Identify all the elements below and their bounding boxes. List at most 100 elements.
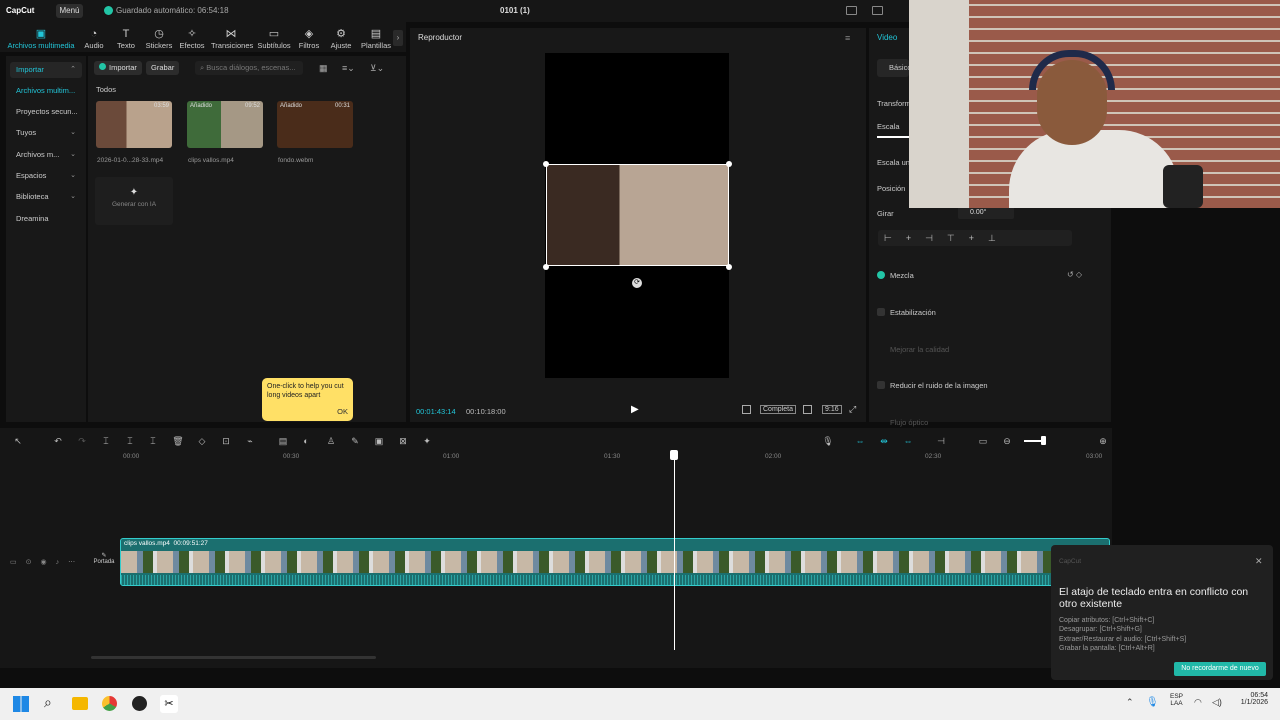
clip-waveform [121, 575, 1109, 585]
chrome-icon[interactable] [102, 696, 117, 711]
magnet-icon[interactable]: ⇔ [902, 436, 914, 446]
tool-media[interactable]: ▣ Archivos multimedia [6, 28, 76, 50]
mic-icon[interactable]: 🎙 [822, 436, 834, 446]
playhead[interactable] [674, 452, 675, 650]
undo-icon[interactable]: ↶ [52, 436, 64, 446]
clock[interactable]: 06:54 1/1/2026 [1236, 692, 1268, 706]
media-thumbnail[interactable]: 03:59 [96, 101, 172, 148]
tab-basic[interactable]: Básico [877, 59, 912, 77]
mic-icon[interactable]: 🎙 [1146, 697, 1159, 708]
scale-slider[interactable] [877, 136, 909, 138]
volume-icon[interactable]: ◁) [1212, 697, 1222, 708]
chevron-up-icon[interactable]: ⌃ [1126, 697, 1134, 708]
close-icon[interactable]: ✕ [1255, 556, 1263, 567]
fit-icon[interactable] [803, 405, 812, 414]
frame-icon[interactable]: ▣ [373, 436, 385, 446]
transform-heading: Transform [877, 99, 911, 108]
resize-handle[interactable] [726, 161, 732, 167]
player-menu-icon[interactable]: ≡ [845, 33, 850, 43]
aspect-ratio-button[interactable]: 9:16 [822, 405, 842, 414]
mirror-icon[interactable]: ◐ [300, 436, 312, 446]
rotate-icon[interactable]: ⟳ [632, 278, 642, 288]
snap-icon[interactable]: ⇹ [878, 436, 890, 446]
tool-templates[interactable]: ▤ Plantillas [356, 28, 396, 50]
stabilize-checkbox[interactable] [877, 308, 885, 316]
resize-handle[interactable] [543, 161, 549, 167]
media-thumbnail[interactable]: Añadido 09:52 [187, 101, 263, 148]
sidebar-item-yours[interactable]: Tuyos ⌄ [10, 125, 82, 141]
cover-button[interactable]: ✎ Portada [92, 552, 116, 572]
tool-effects[interactable]: ✧ Efectos [172, 28, 212, 50]
chevron-down-icon: ⌄ [70, 129, 76, 136]
zoom-out-icon[interactable]: ⊖ [1001, 436, 1013, 446]
capcut-icon[interactable]: ✂ [160, 695, 178, 713]
sidebar-item-files[interactable]: Archivos m... ⌄ [10, 147, 82, 163]
split-icon[interactable]: ⌶ [100, 436, 112, 446]
language-indicator[interactable]: ESP LAA [1170, 693, 1183, 707]
toolbar-expand-icon[interactable]: › [393, 30, 403, 46]
sidebar-item-spaces[interactable]: Espacios ⌄ [10, 168, 82, 184]
caption-icon[interactable]: ▭ [977, 436, 989, 446]
play-icon[interactable]: ▶ [631, 404, 639, 415]
timeline-clip[interactable] [120, 538, 1110, 586]
dont-remind-button[interactable]: No recordarme de nuevo [1174, 662, 1266, 676]
import-button[interactable]: Importar [94, 61, 142, 75]
ai-cut-icon[interactable]: ✦ [421, 436, 433, 446]
tool-adjust[interactable]: ⚙ Ajuste [321, 28, 361, 50]
speed-icon[interactable]: ⌁ [244, 436, 256, 446]
delete-icon[interactable]: 🗑 [172, 436, 184, 446]
redo-icon[interactable]: ↷ [76, 436, 88, 446]
media-thumbnail[interactable]: Añadido 00:31 [277, 101, 353, 148]
resize-handle[interactable] [726, 264, 732, 270]
generate-ai-card[interactable]: ✦ Generar con IA [95, 177, 173, 225]
tool-subtitles[interactable]: ▭ Subtítulos [254, 28, 294, 50]
reset-icon[interactable]: ↺ ◇ [1067, 270, 1082, 279]
record-button[interactable]: Grabar [146, 61, 180, 75]
grid-view-icon[interactable]: ▦ [319, 63, 328, 74]
playhead-handle[interactable] [670, 450, 678, 460]
layout-icon[interactable] [846, 6, 857, 15]
wifi-icon[interactable]: ◠ [1194, 697, 1202, 708]
shield-icon[interactable]: ◇ [196, 436, 208, 446]
tool-transitions[interactable]: ⋈ Transiciones [211, 28, 253, 50]
timeline-scrollbar[interactable] [91, 656, 376, 659]
preview-clip[interactable] [546, 164, 729, 266]
sidebar-item-media-files[interactable]: Archivos multim... [10, 83, 82, 99]
sidebar-item-library[interactable]: Biblioteca ⌄ [10, 189, 82, 205]
person-icon[interactable]: ♙ [325, 436, 337, 446]
complete-view-button[interactable]: Completa [760, 405, 796, 414]
blend-toggle[interactable] [877, 271, 885, 279]
media-search-input[interactable]: ⌕ Busca diálogos, escenas... [195, 61, 303, 75]
media-filter-all[interactable]: Todos [96, 85, 116, 94]
sort-icon[interactable]: ≡⌄ [342, 63, 355, 74]
resize-handle[interactable] [543, 264, 549, 270]
magic-icon[interactable]: ✎ [349, 436, 361, 446]
preview-axis-icon[interactable]: ⊣ [935, 436, 947, 446]
menu-button[interactable]: Menú [56, 4, 83, 18]
noise-checkbox[interactable] [877, 381, 885, 389]
split-left-icon[interactable]: ⌶ [124, 436, 136, 446]
tooltip-ok-button[interactable]: OK [337, 407, 348, 416]
zoom-slider-handle[interactable] [1041, 436, 1046, 445]
link-icon[interactable]: ⇔ [854, 436, 866, 446]
obs-icon[interactable] [132, 696, 147, 711]
fullscreen-icon[interactable]: ⤢ [849, 404, 856, 415]
track-controls[interactable]: ▭⊙◉♪⋯ [10, 558, 84, 566]
shortcut-icon[interactable] [872, 6, 883, 15]
crop-icon[interactable]: ⊡ [220, 436, 232, 446]
select-tool-icon[interactable]: ↖ [12, 436, 24, 446]
split-right-icon[interactable]: ⌶ [147, 436, 159, 446]
filter-icon[interactable]: ⊻⌄ [370, 63, 384, 74]
export-frame-icon[interactable]: ⊠ [397, 436, 409, 446]
align-icons[interactable]: ⊢+⊣⊤+⊥ [884, 233, 1010, 244]
windows-start-icon[interactable] [13, 696, 29, 712]
sidebar-item-import[interactable]: Importar ⌃ [10, 62, 82, 78]
file-explorer-icon[interactable] [72, 697, 88, 710]
crop-icon[interactable] [742, 405, 751, 414]
zoom-fit-icon[interactable]: ⊕ [1097, 436, 1109, 446]
search-icon[interactable]: ⌕ [44, 694, 52, 711]
sidebar-item-dreamina[interactable]: Dreamina [10, 211, 82, 227]
sidebar-item-secondary-projects[interactable]: Proyectos secun... [10, 104, 82, 120]
text-to-speech-icon[interactable]: ▤ [277, 436, 289, 446]
tab-video[interactable]: Video [877, 33, 897, 42]
